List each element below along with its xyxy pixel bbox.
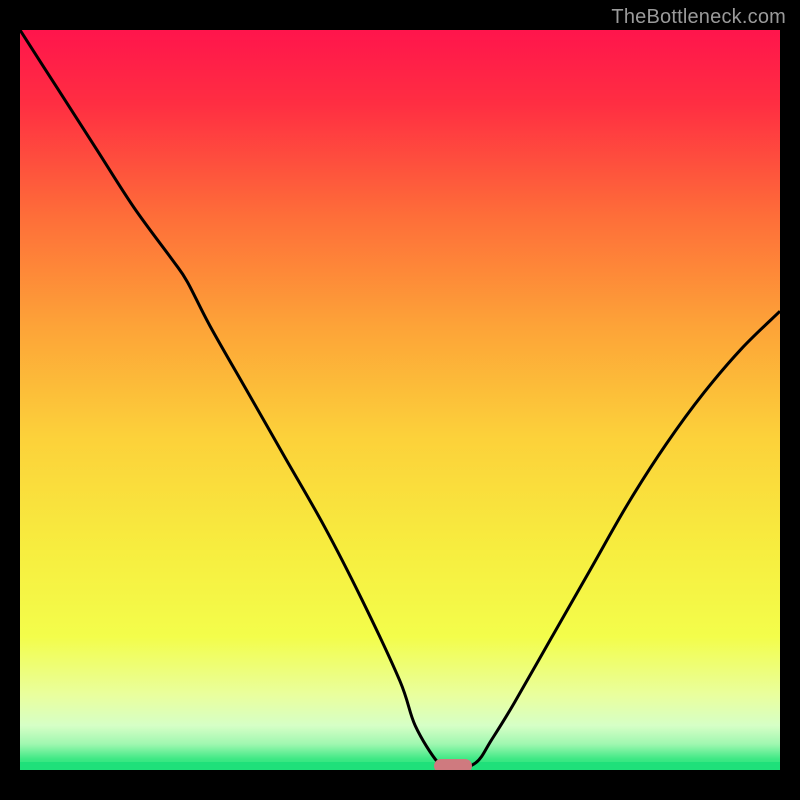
plot-area <box>20 30 780 770</box>
minimum-marker <box>434 759 472 770</box>
watermark-text: TheBottleneck.com <box>611 6 786 29</box>
bottleneck-curve <box>20 30 780 770</box>
chart-stage: TheBottleneck.com <box>0 0 800 800</box>
curve-path <box>20 30 780 770</box>
